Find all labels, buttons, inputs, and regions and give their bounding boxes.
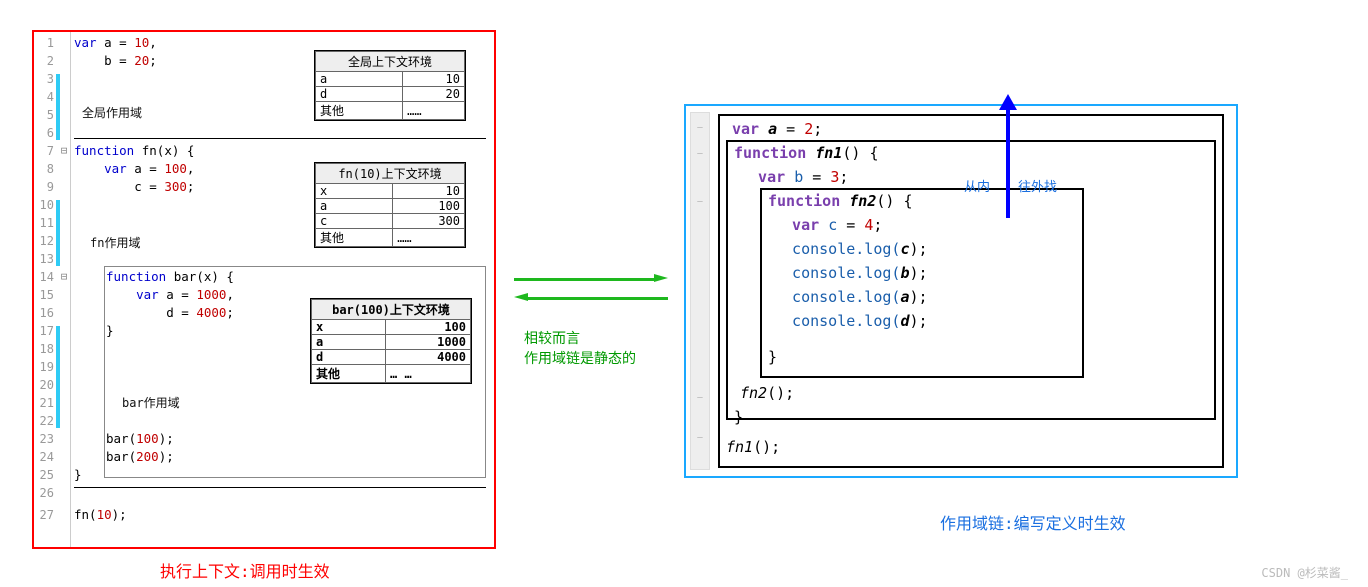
ln: 15 (34, 288, 54, 302)
scope-label-fn: fn作用域 (90, 234, 140, 251)
ln: 19 (34, 360, 54, 374)
arrow-right (514, 278, 654, 281)
ln: 4 (34, 90, 54, 104)
gutter-tick: — (691, 197, 709, 207)
marker (56, 326, 60, 428)
ctx-bar: bar(100)上下文环境 x100 a1000 d4000 其他… … (310, 298, 472, 384)
arrow-left-head (514, 293, 528, 301)
code-line: var c = 4; (774, 216, 882, 234)
code-line: } (74, 468, 488, 482)
ln: 21 (34, 396, 54, 410)
scope-arrow-stem (1006, 108, 1010, 218)
code-line: var b = 3; (740, 168, 848, 186)
ln: 13 (34, 252, 54, 266)
ln: 9 (34, 180, 54, 194)
code-line: function bar(x) { (106, 270, 488, 284)
code-line: bar(200); (106, 450, 488, 464)
code-area: var a = 10, b = 20; 全局作用域 function fn(x)… (74, 32, 488, 547)
code-line: console.log(a); (774, 288, 928, 306)
ln: 14 (34, 270, 54, 284)
code-line: } (768, 348, 777, 366)
ln: 17 (34, 324, 54, 338)
note-inner: 从内 (964, 176, 990, 195)
caption-right: 作用域链:编写定义时生效 (940, 510, 1126, 534)
mid-text-2: 作用域链是静态的 (524, 348, 636, 368)
code-line: console.log(d); (774, 312, 928, 330)
marker (56, 200, 60, 266)
ln: 24 (34, 450, 54, 464)
diagram-canvas: 1 2 3 4 5 6 7 8 9 10 11 12 13 14 15 16 1… (0, 0, 1368, 587)
ln: 23 (34, 432, 54, 446)
caption-left: 执行上下文:调用时生效 (160, 558, 330, 582)
mid-text-1: 相较而言 (524, 328, 580, 348)
ln: 10 (34, 198, 54, 212)
note-outer: 往外找 (1018, 176, 1057, 195)
ln: 27 (34, 508, 54, 522)
scope-arrow-head-icon (999, 94, 1017, 110)
code-line: console.log(b); (774, 264, 928, 282)
ln: 22 (34, 414, 54, 428)
ln: 8 (34, 162, 54, 176)
right-body: var a = 2; function fn1() { var b = 3; f… (712, 112, 1230, 470)
ln: 26 (34, 486, 54, 500)
gutter-tick: — (691, 433, 709, 443)
ln: 2 (34, 54, 54, 68)
gutter-tick: — (691, 123, 709, 133)
arrow-left (528, 297, 668, 300)
ctx-fn: fn(10)上下文环境 x10 a100 c300 其他…… (314, 162, 466, 248)
fold-icon: ⊟ (59, 270, 69, 283)
scope-label-bar: bar作用域 (122, 394, 180, 411)
arrow-right-head (654, 274, 668, 282)
watermark: CSDN @杉菜酱_ (1261, 564, 1348, 581)
ln: 6 (34, 126, 54, 140)
code-line: var a = 10, (74, 36, 488, 50)
gutter-tick: — (691, 149, 709, 159)
ln: 16 (34, 306, 54, 320)
ln: 18 (34, 342, 54, 356)
code-line: console.log(c); (774, 240, 928, 258)
ln: 11 (34, 216, 54, 230)
code-line: fn1(); (726, 438, 780, 456)
code-line: function fn2() { (768, 192, 913, 210)
marker (56, 74, 60, 140)
right-panel: — — — — — var a = 2; function fn1() { va… (684, 104, 1238, 478)
ln: 20 (34, 378, 54, 392)
code-line: function fn1() { (734, 144, 879, 162)
code-line: } (734, 408, 743, 426)
right-gutter: — — — — — (690, 112, 710, 470)
gutter-tick: — (691, 393, 709, 403)
ln: 25 (34, 468, 54, 482)
ln: 5 (34, 108, 54, 122)
ln: 7 (34, 144, 54, 158)
code-line: var a = 2; (732, 120, 822, 138)
scope-label-global: 全局作用域 (82, 104, 142, 121)
left-panel: 1 2 3 4 5 6 7 8 9 10 11 12 13 14 15 16 1… (32, 30, 496, 549)
code-line: function fn(x) { (74, 144, 488, 158)
code-line: fn2(); (740, 384, 794, 402)
ln: 1 (34, 36, 54, 50)
ctx-global: 全局上下文环境 a10 d20 其他…… (314, 50, 466, 121)
ln: 12 (34, 234, 54, 248)
line-gutter: 1 2 3 4 5 6 7 8 9 10 11 12 13 14 15 16 1… (34, 32, 71, 547)
code-line: bar(100); (106, 432, 488, 446)
ln: 3 (34, 72, 54, 86)
fold-icon: ⊟ (59, 144, 69, 157)
code-line: fn(10); (74, 508, 488, 522)
